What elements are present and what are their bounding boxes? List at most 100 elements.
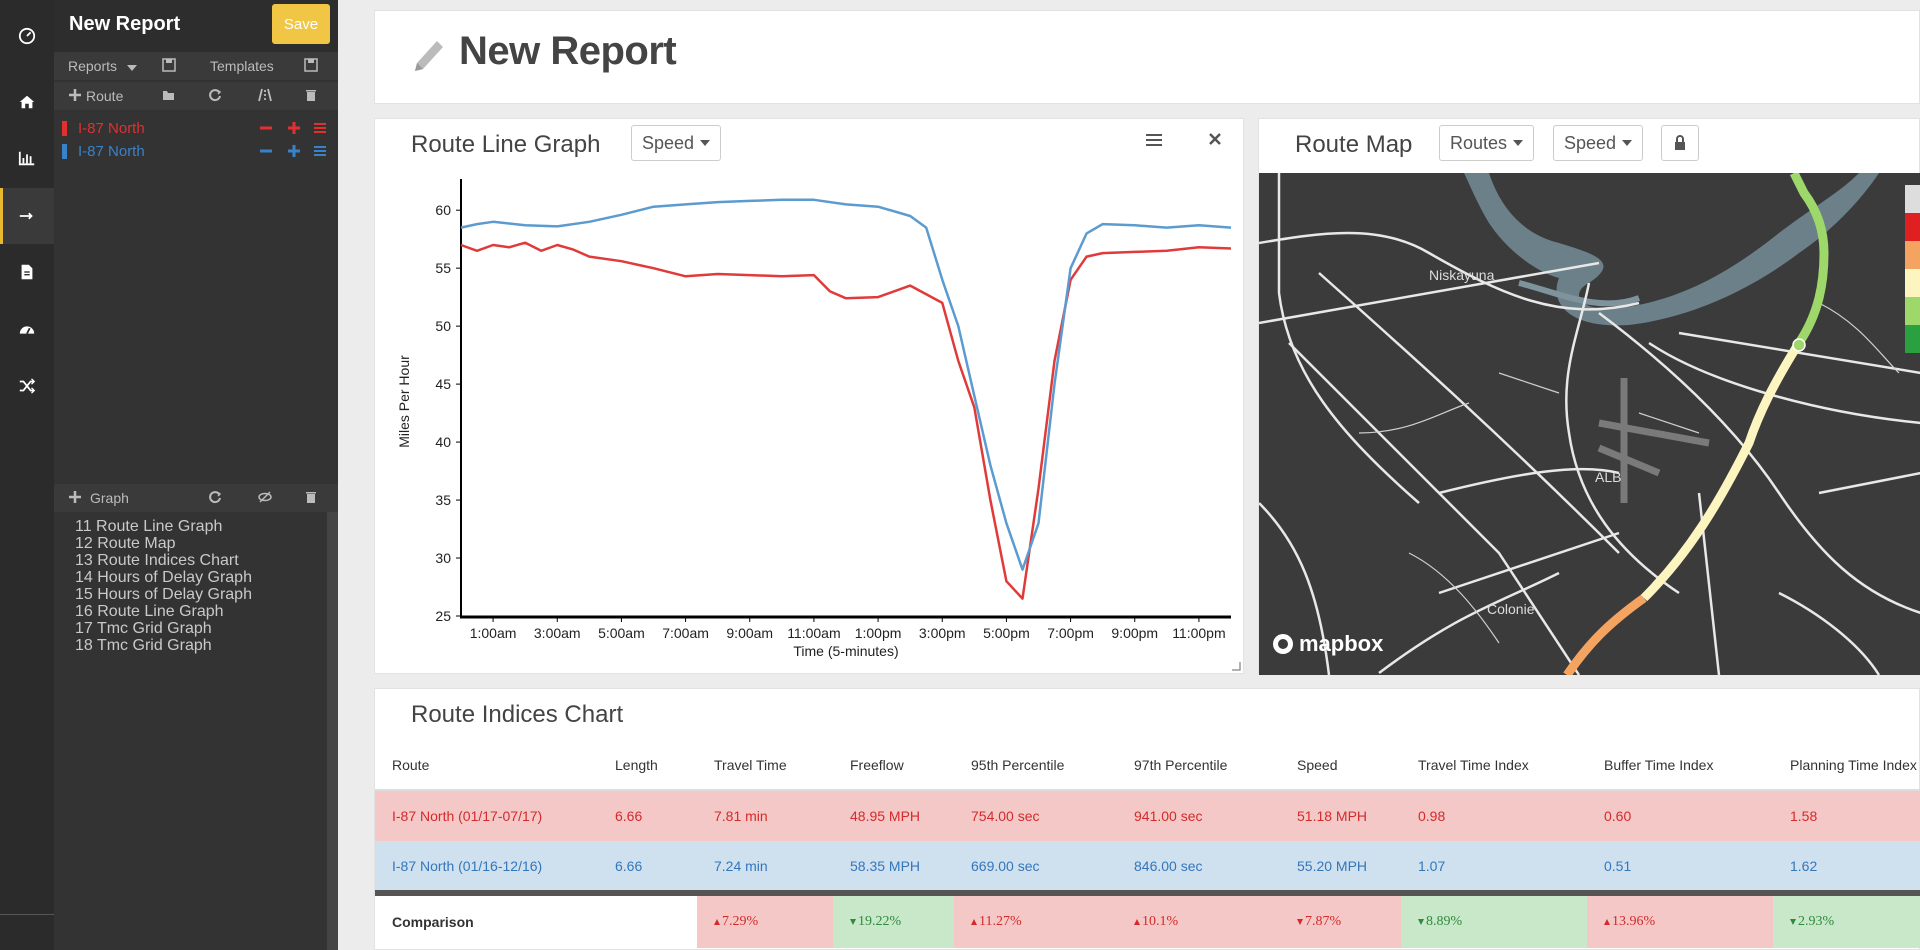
dropdown-value: Speed — [1564, 132, 1617, 153]
map-place-label: Niskayuna — [1429, 267, 1495, 283]
add-route-copy-icon[interactable] — [286, 143, 302, 159]
comparison-value: 11.27% — [979, 914, 1022, 929]
trash-icon[interactable] — [304, 88, 318, 102]
add-graph-icon[interactable] — [68, 490, 82, 504]
lock-icon — [1675, 135, 1685, 150]
graph-list-item[interactable]: 17 Tmc Grid Graph — [75, 620, 295, 637]
x-tick-label: 3:00am — [534, 625, 581, 641]
y-tick-label: 45 — [435, 376, 451, 392]
chevron-down-icon — [1622, 140, 1633, 146]
route-arrow-icon[interactable] — [0, 188, 54, 244]
graph-list-item[interactable]: 14 Hours of Delay Graph — [75, 569, 295, 586]
series-line-1 — [460, 241, 1232, 600]
road-icon[interactable] — [258, 88, 272, 102]
route-segment-slow — [1563, 594, 1647, 675]
templates-label[interactable]: Templates — [210, 58, 274, 74]
add-route-icon[interactable] — [68, 88, 82, 102]
route-name: I-87 North — [78, 120, 145, 137]
save-template-icon[interactable] — [304, 58, 318, 72]
x-tick-label: 7:00am — [662, 625, 709, 641]
remove-route-icon[interactable] — [258, 120, 274, 136]
comparison-row: Comparison 7.29% 19.22% 11.27% 10.1% 7.8… — [375, 896, 1920, 948]
comparison-cell: 13.96% — [1587, 896, 1773, 948]
column-header[interactable]: Speed — [1280, 741, 1337, 789]
arrow-up-icon — [1604, 919, 1610, 925]
comparison-cell: 8.89% — [1401, 896, 1587, 948]
x-tick-label: 9:00am — [726, 625, 773, 641]
reports-dropdown[interactable]: Reports — [68, 58, 137, 74]
column-header[interactable]: Planning Time Index — [1773, 741, 1917, 789]
graph-label: Graph — [90, 490, 129, 506]
comparison-cell: 10.1% — [1117, 896, 1280, 948]
graph-list-item[interactable]: 15 Hours of Delay Graph — [75, 586, 295, 603]
trash-icon[interactable] — [304, 490, 318, 504]
column-header[interactable]: Route — [375, 741, 429, 789]
x-tick-label: 11:00pm — [1172, 625, 1225, 641]
route-color-swatch — [62, 121, 67, 136]
route-menu-icon[interactable] — [312, 120, 328, 136]
shuffle-icon[interactable] — [0, 358, 54, 414]
home-icon[interactable] — [0, 74, 54, 130]
graph-list-item[interactable]: 13 Route Indices Chart — [75, 552, 295, 569]
map-canvas[interactable]: Niskayuna ALB Colonie mapbox — [1259, 173, 1920, 675]
y-tick-label: 30 — [435, 550, 451, 566]
legend-swatch — [1905, 241, 1920, 269]
column-header[interactable]: Freeflow — [833, 741, 904, 789]
route-item-2[interactable]: I-87 North — [62, 141, 332, 163]
document-icon[interactable] — [0, 244, 54, 300]
refresh-icon[interactable] — [208, 88, 222, 102]
save-report-icon[interactable] — [162, 58, 176, 72]
bar-chart-icon[interactable] — [0, 130, 54, 186]
dashboard-icon[interactable] — [0, 8, 54, 64]
add-route-copy-icon[interactable] — [286, 120, 302, 136]
route-menu-icon[interactable] — [312, 143, 328, 159]
legend-swatch — [1905, 185, 1920, 213]
graph-list-item[interactable]: 11 Route Line Graph — [75, 518, 295, 535]
refresh-graphs-icon[interactable] — [208, 490, 222, 504]
save-button[interactable]: Save — [272, 4, 330, 44]
column-header[interactable]: Length — [598, 741, 658, 789]
map-place-label: ALB — [1595, 469, 1622, 485]
route-toolbar: Route — [54, 82, 338, 110]
graph-list-item[interactable]: 18 Tmc Grid Graph — [75, 637, 295, 654]
legend-swatch — [1905, 213, 1920, 241]
comparison-cell: 7.29% — [697, 896, 833, 948]
comparison-value: 10.1% — [1142, 914, 1179, 929]
graph-list-item[interactable]: 12 Route Map — [75, 535, 295, 552]
arrow-down-icon — [850, 919, 856, 925]
icon-rail — [0, 0, 54, 950]
comparison-cell: 19.22% — [833, 896, 954, 948]
table-cell: 7.81 min — [714, 808, 768, 824]
remove-route-icon[interactable] — [258, 143, 274, 159]
routes-dropdown[interactable]: Routes — [1439, 125, 1535, 161]
sidebar-header: New Report Save — [54, 0, 338, 52]
table-cell: I-87 North (01/16-12/16) — [392, 857, 543, 874]
graph-toolbar: Graph — [54, 484, 338, 512]
table-cell: I-87 North (01/17-07/17) — [392, 808, 543, 824]
y-tick-label: 25 — [435, 608, 451, 624]
arrow-up-icon — [1134, 919, 1140, 925]
column-header[interactable]: Travel Time — [697, 741, 787, 789]
sidebar-scrollbar[interactable] — [327, 512, 338, 950]
column-header[interactable]: 97th Percentile — [1117, 741, 1227, 789]
eye-slash-icon[interactable] — [258, 490, 272, 504]
table-cell: 846.00 sec — [1134, 857, 1203, 874]
speed-dropdown[interactable]: Speed — [1553, 125, 1644, 161]
x-tick-label: 7:00pm — [1047, 625, 1094, 641]
reports-label: Reports — [68, 58, 118, 74]
resize-handle-icon[interactable] — [1231, 661, 1241, 671]
folder-open-icon[interactable] — [162, 88, 176, 102]
table-header-row: Route Length Travel Time Freeflow 95th P… — [375, 741, 1920, 791]
arrow-down-icon — [1418, 919, 1424, 925]
route-indices-panel: Route Indices Chart Route Length Travel … — [374, 688, 1920, 950]
lock-button[interactable] — [1661, 125, 1699, 161]
column-header[interactable]: Travel Time Index — [1401, 741, 1529, 789]
route-item-1[interactable]: I-87 North — [62, 118, 332, 140]
graph-list-item[interactable]: 16 Route Line Graph — [75, 603, 295, 620]
graph-list: 11 Route Line Graph 12 Route Map 13 Rout… — [75, 518, 295, 654]
column-header[interactable]: Buffer Time Index — [1587, 741, 1713, 789]
gauge-icon[interactable] — [0, 302, 54, 358]
table-cell: 1.07 — [1418, 857, 1446, 874]
column-header[interactable]: 95th Percentile — [954, 741, 1064, 789]
table-cell: 48.95 MPH — [850, 808, 921, 824]
